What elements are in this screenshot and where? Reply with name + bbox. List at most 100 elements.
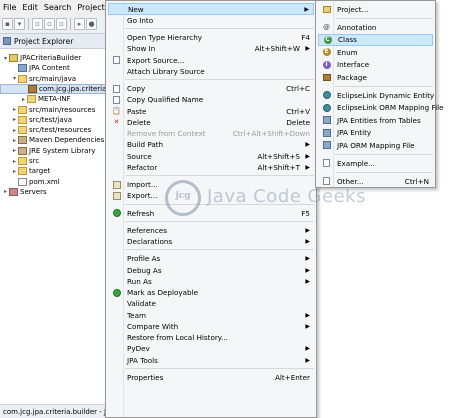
tree-item-jpa-content[interactable]: JPA Content [0, 63, 70, 73]
menu-item-shortcut: Delete [286, 117, 310, 127]
tree-item-servers[interactable]: ▸ Servers [0, 187, 47, 197]
new-icon[interactable]: ▪ [2, 17, 13, 30]
menu-item-new[interactable]: New ▶ [108, 3, 314, 15]
menu-item-restore-from-local-history[interactable]: Restore from Local History... [108, 332, 314, 344]
expand-toggle-icon[interactable]: ▸ [11, 168, 18, 175]
menu-item-package[interactable]: Package [318, 71, 433, 83]
page-icon [113, 56, 120, 64]
menu-item-eclipselink-dynamic-entity[interactable]: EclipseLink Dynamic Entity [318, 89, 435, 101]
menu-item-jpa-tools[interactable]: JPA Tools ▶ [108, 354, 314, 366]
menu-item-build-path[interactable]: Build Path ▶ [108, 139, 314, 151]
menu-item-show-in[interactable]: Show In Alt+Shift+W ▶ [108, 43, 314, 55]
menu-item-label: Team [127, 310, 146, 320]
tree-item-jpacriteriabuilder[interactable]: ▾ JPACriteriaBuilder [0, 53, 81, 63]
tree-item-com-jcg-jpa-criteria[interactable]: com.jcg.jpa.criteria [0, 83, 108, 94]
expand-toggle-icon[interactable]: ▾ [2, 55, 9, 62]
toolbar-separator [28, 17, 29, 30]
menu-item-jpa-entity[interactable]: JPA Entity [318, 127, 433, 139]
menu-item-go-into[interactable]: Go Into [108, 14, 314, 26]
menu-item-label: References [127, 225, 167, 235]
menubar-item-search[interactable]: Search [41, 3, 74, 12]
menu-item-team[interactable]: Team ▶ [108, 309, 314, 321]
menubar-item-file[interactable]: File [0, 3, 19, 12]
menu-item-interface[interactable]: I Interface [318, 59, 433, 71]
expand-toggle-icon[interactable]: ▸ [2, 188, 9, 195]
menu-item-label: Import... [127, 180, 158, 189]
tree-item-src-main-java[interactable]: ▾ src/main/java [0, 74, 76, 84]
toolbar-separator [70, 17, 71, 30]
menu-item-annotation[interactable]: @ Annotation [318, 21, 433, 33]
tree-item-target[interactable]: ▸ target [0, 166, 50, 176]
menu-item-label: JPA Tools [127, 355, 158, 365]
menu-item-source[interactable]: Source Alt+Shift+S ▶ [108, 150, 314, 162]
save-icon[interactable]: ▫ [32, 17, 43, 30]
menu-icon-slot [112, 180, 121, 189]
menu-item-project[interactable]: Project... [318, 3, 433, 15]
tree-item-src-test-java[interactable]: ▸ src/test/java [0, 115, 72, 125]
menu-item-export-source[interactable]: Export Source... [108, 54, 314, 66]
menu-item-jpa-orm-mapping-file[interactable]: JPA ORM Mapping File [318, 139, 433, 151]
menu-item-shortcut: Alt+Shift+S [257, 151, 300, 161]
menu-item-label: EclipseLink Dynamic Entity [337, 90, 435, 100]
menu-item-delete[interactable]: ✕ Delete Delete [108, 116, 314, 128]
menu-item-validate[interactable]: Validate [108, 298, 314, 310]
dropdown-icon[interactable]: ▾ [14, 17, 25, 30]
menu-item-eclipselink-orm-mapping-file[interactable]: EclipseLink ORM Mapping File [318, 102, 444, 114]
folder-icon [27, 95, 36, 104]
menu-item-pydev[interactable]: PyDev ▶ [108, 343, 314, 355]
expand-toggle-icon[interactable]: ▸ [11, 137, 18, 144]
menu-item-label: Package [337, 72, 367, 82]
tree-item-label: Maven Dependencies [29, 136, 105, 145]
menu-item-shortcut: Ctrl+V [286, 106, 310, 116]
debug-icon[interactable]: ● [86, 17, 97, 30]
expand-toggle-icon[interactable]: ▸ [11, 127, 18, 134]
menu-item-attach-library-source[interactable]: Attach Library Source [108, 65, 314, 77]
folder-icon [18, 126, 27, 135]
menu-item-declarations[interactable]: Declarations ▶ [108, 236, 314, 248]
refresh-icon [112, 288, 121, 297]
menu-item-copy[interactable]: Copy Ctrl+C [108, 83, 314, 95]
tree-item-maven-dependencies[interactable]: ▸ Maven Dependencies [0, 135, 104, 145]
expand-toggle-icon[interactable]: ▾ [11, 75, 18, 82]
menu-item-class[interactable]: C Class [318, 33, 433, 46]
tree-item-src[interactable]: ▸ src [0, 156, 39, 166]
menu-item-example[interactable]: Example... [318, 157, 433, 169]
menu-item-enum[interactable]: E Enum [318, 46, 433, 58]
menu-item-references[interactable]: References ▶ [108, 224, 314, 236]
expand-toggle-icon[interactable]: ▸ [11, 147, 18, 154]
menu-item-label: Compare With [127, 321, 179, 331]
tree-item-meta-inf[interactable]: ▸ META-INF [0, 94, 71, 104]
menu-item-debug-as[interactable]: Debug As ▶ [108, 264, 314, 276]
save-all-icon[interactable]: ▫ [44, 17, 55, 30]
project-explorer-tab[interactable]: Project Explorer [0, 34, 119, 49]
run-icon[interactable]: ▸ [74, 17, 85, 30]
menu-item-copy-qualified-name[interactable]: Copy Qualified Name [108, 94, 314, 106]
tree-item-jre-system-library[interactable]: ▸ JRE System Library [0, 146, 95, 156]
menu-item-refactor[interactable]: Refactor Alt+Shift+T ▶ [108, 161, 314, 173]
menu-item-paste[interactable]: 📋 Paste Ctrl+V [108, 105, 314, 117]
menu-item-label: Other... [337, 176, 364, 186]
submenu-arrow-icon: ▶ [305, 311, 310, 319]
menu-item-mark-as-deployable[interactable]: Mark as Deployable [108, 287, 314, 299]
tree-item-src-test-resources[interactable]: ▸ src/test/resources [0, 125, 91, 135]
expand-toggle-icon[interactable]: ▸ [20, 96, 27, 103]
menu-separator [335, 171, 433, 173]
menu-item-label: Refactor [127, 162, 158, 172]
menu-item-properties[interactable]: Properties Alt+Enter [108, 371, 314, 383]
menu-separator [335, 17, 433, 19]
tree-item-src-main-resources[interactable]: ▸ src/main/resources [0, 105, 95, 115]
menu-item-profile-as[interactable]: Profile As ▶ [108, 253, 314, 265]
menu-item-label: JPA Entities from Tables [337, 115, 421, 125]
menubar-item-project[interactable]: Project [74, 3, 107, 12]
menu-item-run-as[interactable]: Run As ▶ [108, 275, 314, 287]
menu-item-open-type-hierarchy[interactable]: Open Type Hierarchy F4 [108, 32, 314, 44]
expand-toggle-icon[interactable]: ▸ [11, 158, 18, 165]
menu-item-jpa-entities-from-tables[interactable]: JPA Entities from Tables [318, 114, 433, 126]
expand-toggle-icon[interactable]: ▸ [11, 106, 18, 113]
tree-item-pom-xml[interactable]: pom.xml [0, 177, 60, 187]
expand-toggle-icon[interactable]: ▸ [11, 116, 18, 123]
menu-item-label: Debug As [127, 265, 162, 275]
menu-item-compare-with[interactable]: Compare With ▶ [108, 320, 314, 332]
menubar-item-edit[interactable]: Edit [19, 3, 41, 12]
print-icon[interactable]: ▫ [56, 17, 67, 30]
